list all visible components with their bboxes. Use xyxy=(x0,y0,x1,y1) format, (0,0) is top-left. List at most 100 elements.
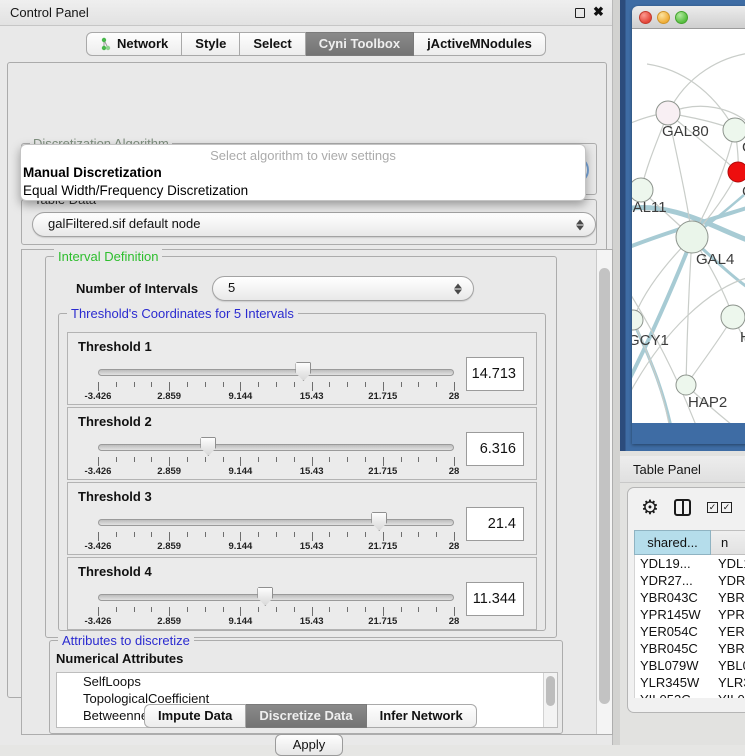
table-row[interactable]: YDR27...YDR2 xyxy=(635,572,745,589)
tab-label: Infer Network xyxy=(380,705,463,727)
tick-mark xyxy=(436,382,437,387)
tick-mark xyxy=(312,607,313,616)
slider-track[interactable] xyxy=(98,444,454,451)
tab-infer-network[interactable]: Infer Network xyxy=(367,704,477,728)
network-node-gal4[interactable] xyxy=(676,221,708,253)
network-node-hap2[interactable] xyxy=(676,375,696,395)
threshold-coordinates-group: Threshold's Coordinates for 5 Intervals … xyxy=(58,313,546,631)
table-data-combobox[interactable]: galFiltered.sif default node xyxy=(32,212,596,237)
tick-mark xyxy=(98,607,99,616)
tick-mark xyxy=(454,382,455,391)
threshold-slider[interactable]: -3.4262.8599.14415.4321.71528 xyxy=(98,333,454,406)
apply-button[interactable]: Apply xyxy=(275,734,343,756)
tick-mark xyxy=(276,457,277,462)
slider-thumb[interactable] xyxy=(371,512,387,531)
slider-scale-labels: -3.4262.8599.14415.4321.71528 xyxy=(98,541,454,553)
tab-jactivemnodules[interactable]: jActiveMNodules xyxy=(414,32,546,56)
gear-icon[interactable]: ⚙ xyxy=(641,495,659,520)
algorithm-popup-placeholder[interactable]: Select algorithm to view settings xyxy=(21,147,585,164)
tick-mark xyxy=(187,532,188,537)
split-columns-icon[interactable] xyxy=(674,499,691,516)
threshold-value-box[interactable]: 14.713 xyxy=(466,357,524,391)
panel-divider[interactable] xyxy=(613,0,620,745)
table-row[interactable]: YER054CYER0 xyxy=(635,623,745,640)
tick-mark xyxy=(240,457,241,466)
slider-track[interactable] xyxy=(98,519,454,526)
tick-mark xyxy=(258,607,259,612)
column-header-name[interactable]: n xyxy=(711,530,745,555)
threshold-value-box[interactable]: 21.4 xyxy=(466,507,524,541)
number-of-intervals-combobox[interactable]: 5 xyxy=(212,276,474,301)
tab-impute-data[interactable]: Impute Data xyxy=(144,704,246,728)
tick-mark xyxy=(418,382,419,387)
float-window-icon[interactable] xyxy=(575,8,585,18)
table-row[interactable]: YBR045CYBR0 xyxy=(635,640,745,657)
table-row[interactable]: YPR145WYPR1 xyxy=(635,606,745,623)
threshold-slider[interactable]: -3.4262.8599.14415.4321.71528 xyxy=(98,408,454,481)
tick-mark xyxy=(329,382,330,387)
table-row[interactable]: YDL19...YDL1 xyxy=(635,555,745,572)
tab-style[interactable]: Style xyxy=(182,32,240,56)
network-node-gal80[interactable] xyxy=(656,101,680,125)
tick-mark xyxy=(329,607,330,612)
tick-mark xyxy=(454,607,455,616)
scrollbar-thumb[interactable] xyxy=(546,676,555,706)
table-header-row: shared... n xyxy=(634,530,745,555)
tick-mark xyxy=(454,532,455,541)
cell-shared-name: YDR27... xyxy=(635,572,712,589)
tick-mark xyxy=(347,457,348,462)
close-traffic-icon[interactable] xyxy=(639,11,652,24)
checkbox-icon[interactable]: ✓ xyxy=(721,502,732,513)
scale-label: -3.426 xyxy=(85,616,112,627)
table-row[interactable]: YBR043CYBR0 xyxy=(635,589,745,606)
interval-definition-group: Interval Definition Number of Intervals … xyxy=(45,256,557,638)
scale-label: 21.715 xyxy=(368,541,397,552)
tab-select[interactable]: Select xyxy=(240,32,305,56)
table-data-selected-value: galFiltered.sif default node xyxy=(48,216,200,231)
tick-mark xyxy=(365,382,366,387)
threshold-value-box[interactable]: 6.316 xyxy=(466,432,524,466)
scrollbar-thumb[interactable] xyxy=(599,268,610,704)
slider-thumb[interactable] xyxy=(295,362,311,381)
network-node-h[interactable] xyxy=(721,305,745,329)
tick-mark xyxy=(223,532,224,537)
attributes-scrollbar[interactable] xyxy=(543,673,557,727)
tab-cyni-toolbox[interactable]: Cyni Toolbox xyxy=(306,32,414,56)
algorithm-option-equal-width[interactable]: Equal Width/Frequency Discretization xyxy=(21,182,585,200)
slider-thumb[interactable] xyxy=(200,437,216,456)
cell-shared-name: YDL19... xyxy=(635,555,712,572)
threshold-value-box[interactable]: 11.344 xyxy=(466,582,524,616)
table-row[interactable]: YBL079WYBL0 xyxy=(635,657,745,674)
network-node-c[interactable] xyxy=(728,162,745,182)
scale-label: 28 xyxy=(449,466,460,477)
slider-track[interactable] xyxy=(98,369,454,376)
threshold-slider[interactable]: -3.4262.8599.14415.4321.71528 xyxy=(98,558,454,631)
algorithm-option-manual[interactable]: Manual Discretization xyxy=(21,164,585,182)
tick-mark xyxy=(312,457,313,466)
threshold-slider[interactable]: -3.4262.8599.14415.4321.71528 xyxy=(98,483,454,556)
table-body: YDL19...YDL1YDR27...YDR2YBR043CYBR0YPR14… xyxy=(634,555,745,698)
checkbox-icon[interactable]: ✓ xyxy=(707,502,718,513)
node-label: GAL4 xyxy=(696,251,734,268)
tab-discretize-data[interactable]: Discretize Data xyxy=(246,704,366,728)
slider-thumb[interactable] xyxy=(257,587,273,606)
zoom-traffic-icon[interactable] xyxy=(675,11,688,24)
slider-track[interactable] xyxy=(98,594,454,601)
network-edge[interactable] xyxy=(668,53,745,113)
slider-ticks xyxy=(98,382,454,391)
table-row[interactable]: YLR345WYLR3 xyxy=(635,674,745,691)
minimize-traffic-icon[interactable] xyxy=(657,11,670,24)
node-label: HAP2 xyxy=(688,394,727,411)
settings-scrollbar[interactable] xyxy=(596,250,612,734)
tick-mark xyxy=(383,532,384,541)
table-row[interactable]: YIL052CYIL0 xyxy=(635,691,745,698)
attribute-list-item[interactable]: SelfLoops xyxy=(57,673,557,690)
network-canvas[interactable]: GAL80GACGAL11GAL4GCY1HHAP2 xyxy=(632,29,745,423)
network-edge[interactable] xyxy=(686,237,692,385)
network-nodes: GAL80GACGAL11GAL4GCY1HHAP2 xyxy=(632,101,745,411)
scale-label: 15.43 xyxy=(300,541,324,552)
column-header-shared-name[interactable]: shared... xyxy=(634,530,711,555)
close-icon[interactable]: ✖ xyxy=(593,4,604,20)
tick-mark xyxy=(294,532,295,537)
tab-network[interactable]: Network xyxy=(86,32,182,56)
